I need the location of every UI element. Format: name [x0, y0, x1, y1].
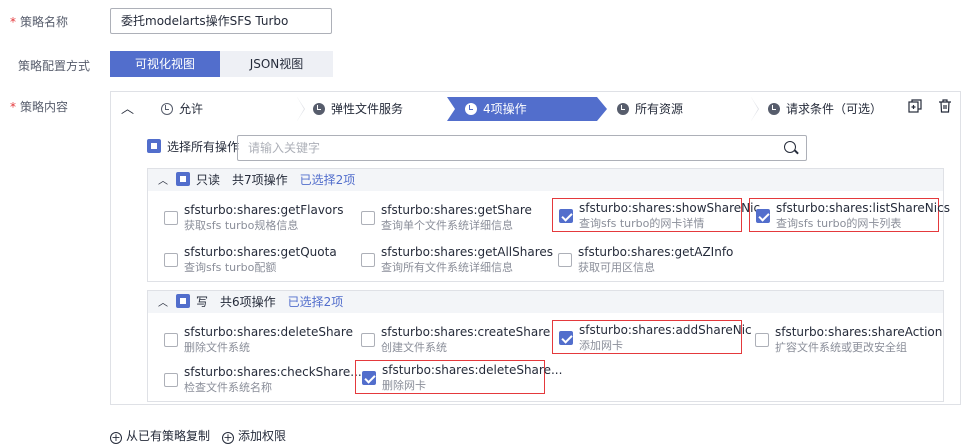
search-input[interactable]: 请输入关键字 — [237, 135, 807, 161]
group-header[interactable]: ︿ 只读 共7项操作 已选择2项 — [148, 169, 943, 191]
action-item[interactable]: sfsturbo:shares:getQuota 查询sfs turbo配额 — [158, 243, 348, 277]
action-item[interactable]: sfsturbo:shares:shareAction 扩容文件系统或更改安全组 — [749, 323, 942, 357]
visual-view-button[interactable]: 可视化视图 — [110, 51, 220, 77]
clock-icon — [161, 103, 173, 115]
action-checkbox[interactable] — [559, 209, 573, 223]
plus-circle-icon: + — [222, 431, 234, 444]
select-all-actions[interactable]: 选择所有操作 — [147, 136, 239, 158]
copy-icon[interactable] — [907, 99, 923, 115]
required-marker: * — [10, 15, 16, 29]
action-checkbox[interactable] — [361, 211, 375, 225]
group-checkbox[interactable] — [176, 294, 190, 308]
step-effect[interactable]: 允许 — [149, 97, 289, 121]
clock-icon — [465, 103, 477, 115]
action-checkbox[interactable] — [558, 253, 572, 267]
policy-name-input[interactable]: 委托modelarts操作SFS Turbo — [110, 8, 332, 34]
action-checkbox[interactable] — [164, 373, 178, 387]
chevron-up-icon[interactable]: ︿ — [158, 176, 168, 187]
policy-name-label: * 策略名称 — [10, 15, 69, 29]
action-checkbox[interactable] — [361, 253, 375, 267]
action-item[interactable]: sfsturbo:shares:deleteShare... 删除网卡 — [355, 360, 562, 394]
json-view-button[interactable]: JSON视图 — [220, 51, 333, 77]
step-resources[interactable]: 所有资源 — [605, 97, 755, 121]
action-item[interactable]: sfsturbo:shares:getFlavors 获取sfs turbo规格… — [158, 201, 348, 235]
step-actions[interactable]: 4项操作 — [447, 97, 607, 121]
action-item[interactable]: sfsturbo:shares:listShareNics 查询sfs turb… — [749, 198, 950, 232]
clock-icon — [617, 103, 629, 115]
chevron-up-icon[interactable]: ︿ — [158, 298, 168, 309]
action-item[interactable]: sfsturbo:shares:getShare 查询单个文件系统详细信息 — [355, 201, 545, 235]
action-item[interactable]: sfsturbo:shares:addShareNic 添加网卡 — [552, 320, 752, 354]
chevron-up-icon[interactable]: ︿ — [121, 98, 134, 117]
policy-content-label: * 策略内容 — [10, 100, 69, 114]
action-checkbox[interactable] — [164, 211, 178, 225]
action-checkbox[interactable] — [164, 333, 178, 347]
step-service[interactable]: 弹性文件服务 — [301, 97, 451, 121]
config-mode-label: 策略配置方式 — [18, 59, 91, 73]
action-item[interactable]: sfsturbo:shares:checkShare... 检查文件系统名称 — [158, 363, 362, 397]
action-checkbox[interactable] — [362, 371, 376, 385]
action-checkbox[interactable] — [755, 333, 769, 347]
required-marker: * — [10, 100, 16, 114]
clock-icon — [768, 103, 780, 115]
plus-circle-icon: + — [110, 431, 122, 444]
search-icon[interactable] — [784, 141, 796, 153]
group-checkbox[interactable] — [176, 172, 190, 186]
copy-from-policy-link[interactable]: + 从已有策略复制 — [110, 427, 210, 444]
action-checkbox[interactable] — [361, 333, 375, 347]
step-conditions[interactable]: 请求条件（可选） — [756, 97, 896, 121]
trash-icon[interactable] — [937, 99, 953, 115]
action-item[interactable]: sfsturbo:shares:createShare 创建文件系统 — [355, 323, 550, 357]
action-item[interactable]: sfsturbo:shares:deleteShare 删除文件系统 — [158, 323, 353, 357]
action-checkbox[interactable] — [756, 209, 770, 223]
action-group-read: ︿ 只读 共7项操作 已选择2项 sfsturbo:shares:getFlavors… — [147, 168, 950, 282]
select-all-checkbox[interactable] — [147, 139, 161, 153]
action-item[interactable]: sfsturbo:shares:getAZInfo 获取可用区信息 — [552, 243, 742, 277]
action-checkbox[interactable] — [164, 253, 178, 267]
add-permission-link[interactable]: + 添加权限 — [222, 427, 286, 444]
group-header[interactable]: ︿ 写共6项操作 已选择2项 — [148, 291, 943, 313]
policy-content-panel: ︿ 允许 弹性文件服务 4项操作 所有资源 请求条件（可选） 选择所有操作 请输… — [110, 91, 961, 405]
action-group-write: ︿ 写共6项操作 已选择2项 sfsturbo:shares:deleteShare… — [147, 290, 944, 402]
action-item[interactable]: sfsturbo:shares:showShareNic 查询sfs turbo… — [552, 198, 760, 232]
clock-icon — [313, 103, 325, 115]
action-checkbox[interactable] — [559, 331, 573, 345]
action-item[interactable]: sfsturbo:shares:getAllShares 查询所有文件系统详细信… — [355, 243, 553, 277]
